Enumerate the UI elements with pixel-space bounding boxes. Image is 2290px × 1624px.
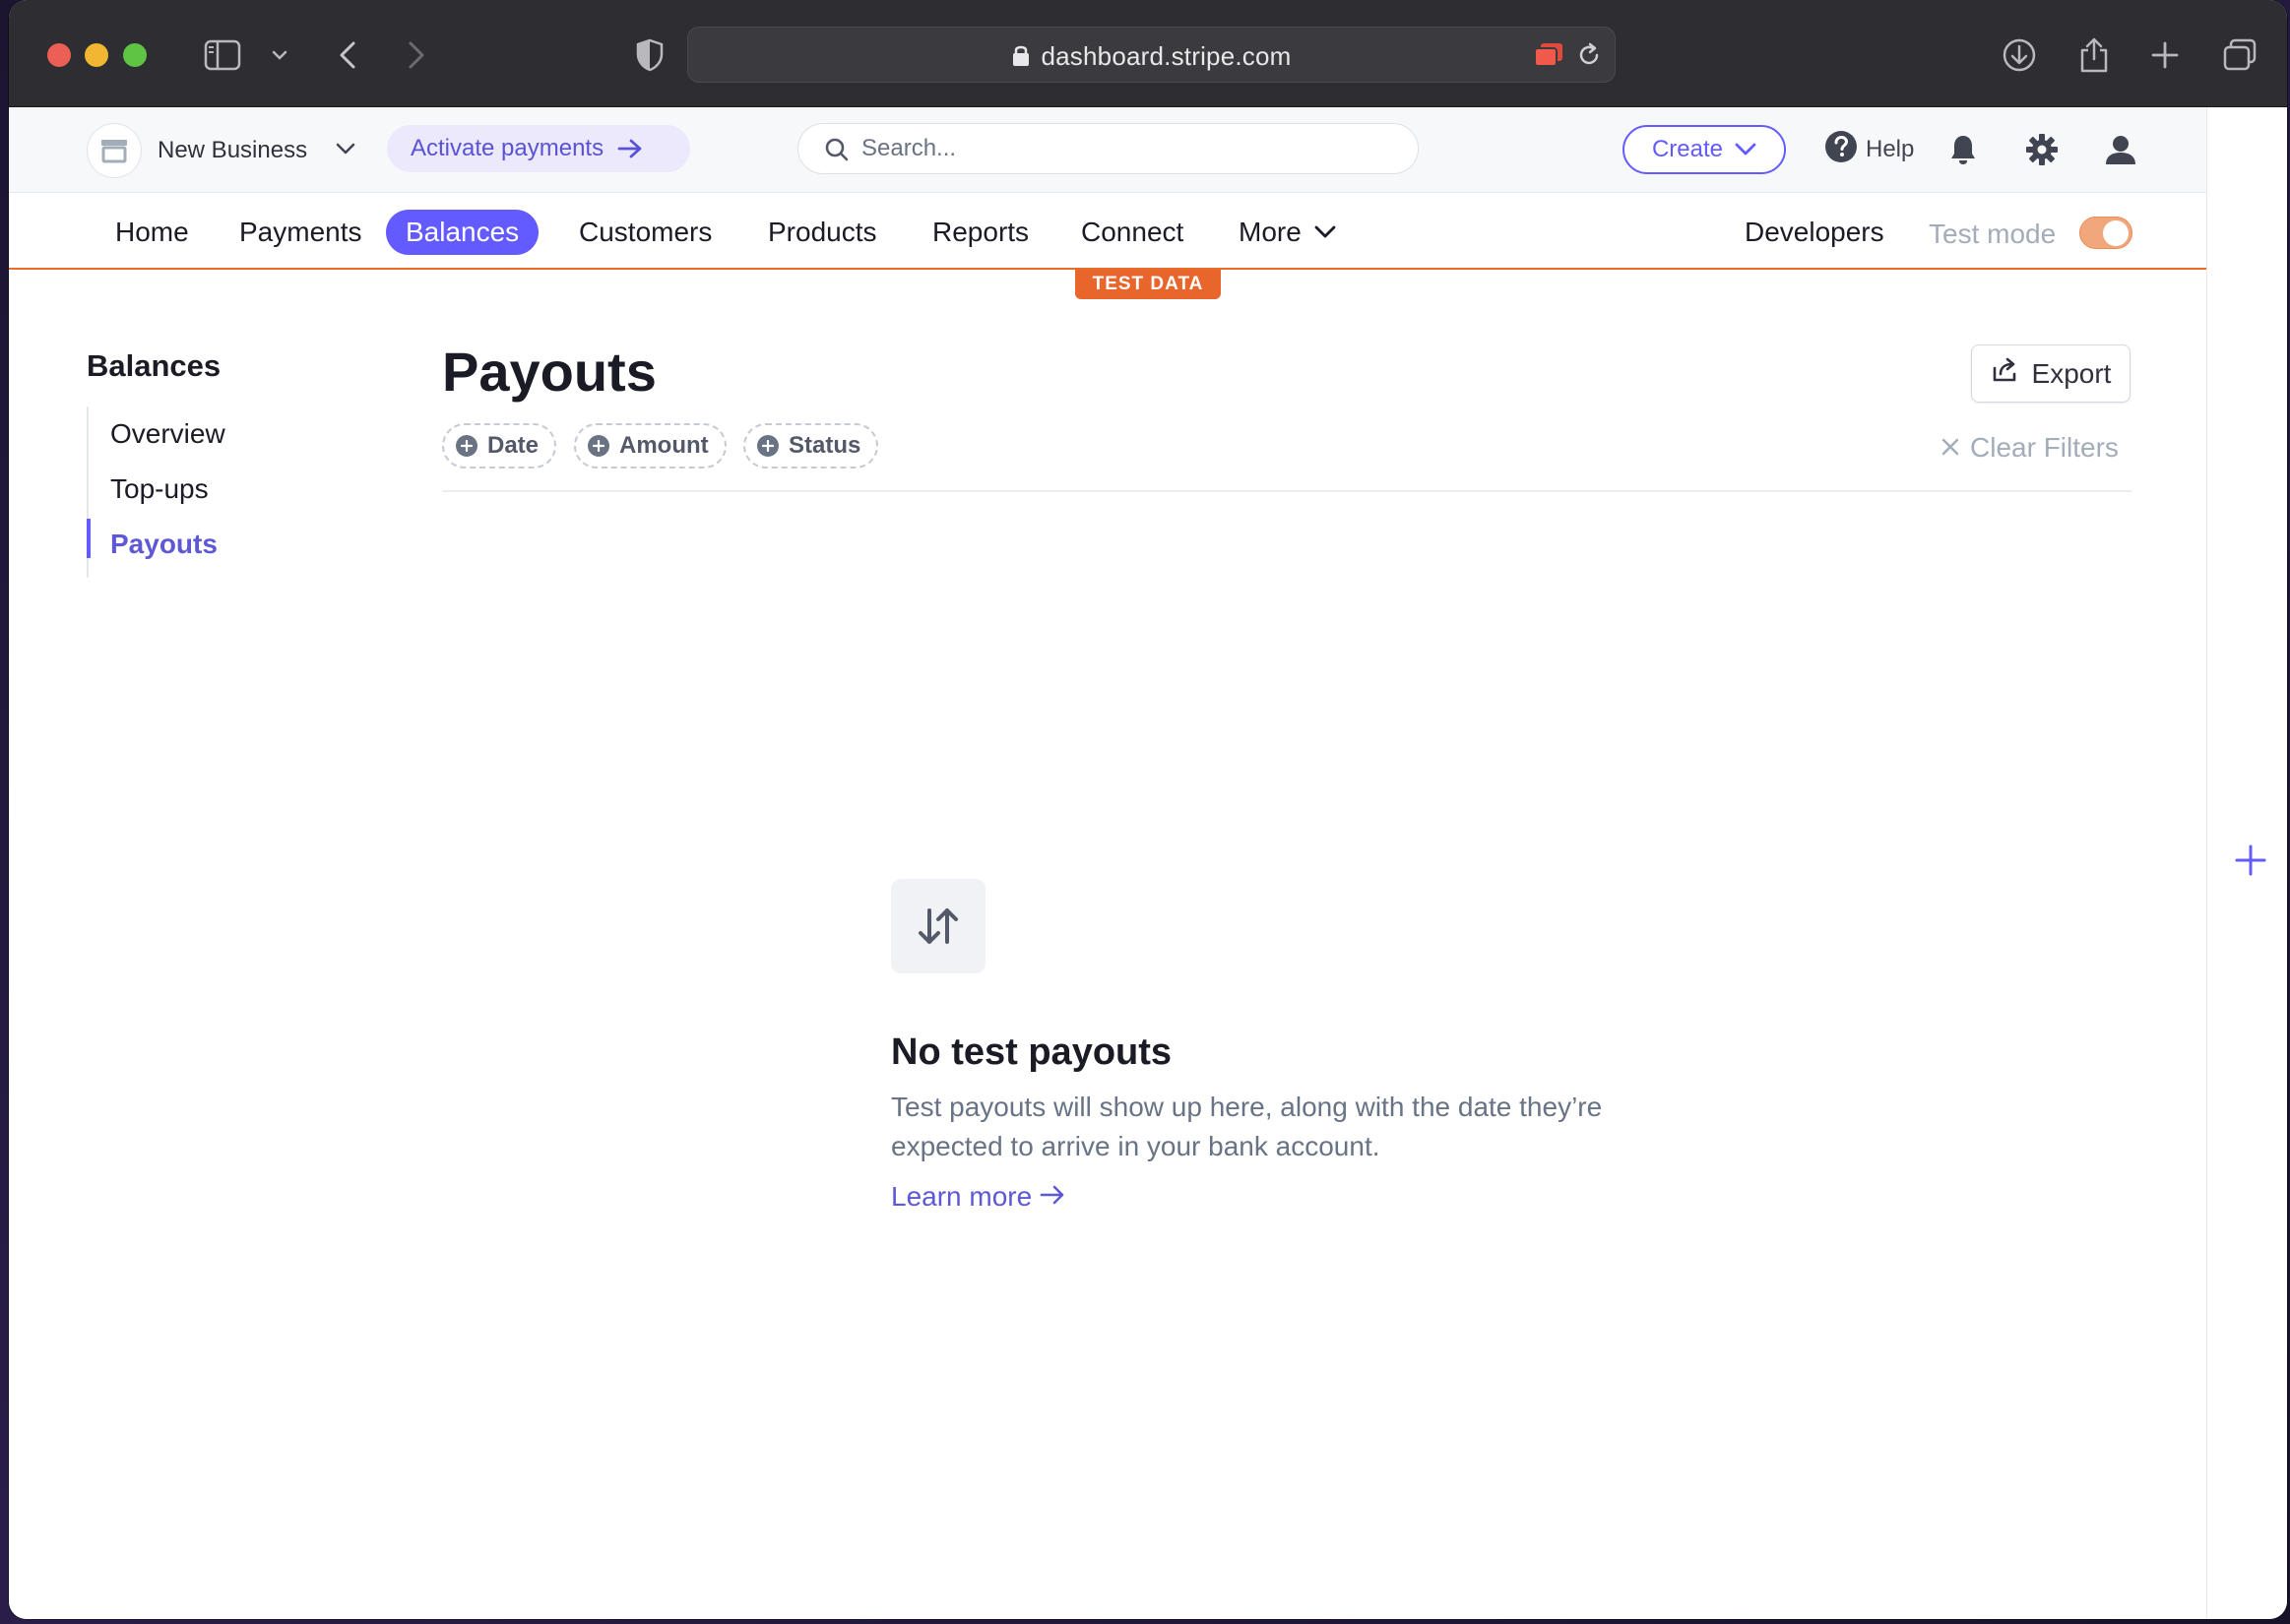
gear-icon[interactable] bbox=[2021, 129, 2063, 170]
nav-home[interactable]: Home bbox=[95, 210, 209, 255]
export-label: Export bbox=[2031, 357, 2112, 389]
divider bbox=[442, 490, 2131, 492]
user-icon[interactable] bbox=[2100, 129, 2141, 170]
minimize-window-button[interactable] bbox=[85, 43, 108, 67]
clear-filters-label: Clear Filters bbox=[1970, 432, 2119, 463]
chevron-down-icon[interactable] bbox=[334, 137, 357, 165]
activate-payments-label: Activate payments bbox=[411, 135, 604, 161]
nav-developers[interactable]: Developers bbox=[1725, 210, 1904, 255]
lock-icon bbox=[1012, 43, 1030, 72]
help-label: Help bbox=[1866, 136, 1915, 162]
chevron-down-icon bbox=[1735, 136, 1756, 163]
right-rail bbox=[2206, 107, 2287, 1619]
nav-balances[interactable]: Balances bbox=[386, 210, 540, 255]
chevron-down-icon bbox=[1314, 225, 1336, 238]
shield-icon[interactable] bbox=[630, 32, 669, 78]
empty-state-title: No test payouts bbox=[891, 1031, 1173, 1073]
filter-status[interactable]: Status bbox=[743, 423, 879, 468]
close-window-button[interactable] bbox=[47, 43, 71, 67]
nav-connect[interactable]: Connect bbox=[1061, 210, 1203, 255]
export-button[interactable]: Export bbox=[1971, 344, 2131, 403]
filter-amount[interactable]: Amount bbox=[574, 423, 727, 468]
create-button[interactable]: Create bbox=[1622, 125, 1786, 174]
plus-icon[interactable] bbox=[2228, 838, 2273, 883]
activate-payments-button[interactable]: Activate payments bbox=[387, 125, 690, 172]
transfer-arrows-icon bbox=[891, 879, 986, 973]
address-bar[interactable]: dashboard.stripe.com bbox=[687, 27, 1616, 83]
main-nav: Home Payments Balances Customers Product… bbox=[9, 193, 2206, 270]
filter-amount-label: Amount bbox=[619, 432, 709, 459]
tab-group-icon[interactable] bbox=[1533, 41, 1564, 74]
search-icon bbox=[824, 137, 850, 167]
search-input[interactable] bbox=[861, 124, 1393, 173]
share-icon[interactable] bbox=[2072, 32, 2116, 78]
close-icon bbox=[1940, 432, 1960, 464]
nav-reports[interactable]: Reports bbox=[913, 210, 1049, 255]
filter-status-label: Status bbox=[789, 432, 861, 459]
nav-customers[interactable]: Customers bbox=[559, 210, 732, 255]
chevron-down-icon[interactable] bbox=[267, 32, 292, 78]
business-name[interactable]: New Business bbox=[158, 137, 307, 164]
export-icon bbox=[1991, 356, 2018, 391]
nav-payments[interactable]: Payments bbox=[220, 210, 382, 255]
sidebar-item-top-ups[interactable]: Top-ups bbox=[110, 473, 209, 505]
arrow-right-icon bbox=[1040, 1181, 1065, 1213]
store-icon[interactable] bbox=[87, 123, 142, 178]
nav-more-label: More bbox=[1239, 217, 1302, 247]
bell-icon[interactable] bbox=[1942, 129, 1984, 170]
sidebar-active-indicator bbox=[87, 519, 91, 558]
empty-state-description: Test payouts will show up here, along wi… bbox=[891, 1092, 1603, 1161]
top-header: New Business Activate payments Create bbox=[9, 107, 2206, 193]
clear-filters-button[interactable]: Clear Filters bbox=[1940, 432, 2119, 464]
plus-circle-icon bbox=[456, 435, 477, 457]
browser-toolbar: dashboard.stripe.com bbox=[9, 0, 2287, 107]
test-data-badge: TEST DATA bbox=[1075, 270, 1221, 299]
zoom-window-button[interactable] bbox=[123, 43, 147, 67]
plus-circle-icon bbox=[757, 435, 779, 457]
test-mode-toggle[interactable] bbox=[2079, 217, 2132, 249]
sidebar-item-overview[interactable]: Overview bbox=[110, 418, 225, 450]
tabs-overview-icon[interactable] bbox=[2218, 32, 2261, 78]
sidebar-title: Balances bbox=[87, 348, 222, 383]
help-icon bbox=[1824, 130, 1858, 170]
create-label: Create bbox=[1651, 136, 1724, 162]
stripe-dashboard: New Business Activate payments Create bbox=[9, 107, 2206, 1619]
test-mode-label: Test mode bbox=[1929, 219, 2057, 249]
sidebar-toggle-icon[interactable] bbox=[199, 32, 246, 78]
sidebar-nav: Overview Top-ups Payouts bbox=[87, 406, 284, 578]
learn-more-label: Learn more bbox=[891, 1181, 1033, 1212]
page-title: Payouts bbox=[442, 341, 657, 403]
forward-icon[interactable] bbox=[401, 32, 432, 78]
help-button[interactable]: Help bbox=[1824, 127, 1914, 172]
learn-more-link[interactable]: Learn more bbox=[891, 1181, 1065, 1213]
nav-more[interactable]: More bbox=[1219, 210, 1357, 255]
nav-products[interactable]: Products bbox=[748, 210, 897, 255]
toggle-knob bbox=[2103, 220, 2129, 246]
download-icon[interactable] bbox=[1998, 32, 2041, 78]
search-box[interactable] bbox=[797, 123, 1419, 174]
filter-date-label: Date bbox=[487, 432, 540, 459]
plus-circle-icon bbox=[588, 435, 609, 457]
arrow-right-icon bbox=[617, 138, 643, 159]
reload-icon[interactable] bbox=[1576, 41, 1602, 74]
back-icon[interactable] bbox=[332, 32, 363, 78]
filter-date[interactable]: Date bbox=[442, 423, 557, 468]
sidebar-item-payouts[interactable]: Payouts bbox=[110, 529, 218, 560]
url-text[interactable]: dashboard.stripe.com bbox=[688, 41, 1615, 72]
new-tab-icon[interactable] bbox=[2143, 32, 2187, 78]
browser-window: dashboard.stripe.com New Business Activa… bbox=[9, 0, 2287, 1619]
